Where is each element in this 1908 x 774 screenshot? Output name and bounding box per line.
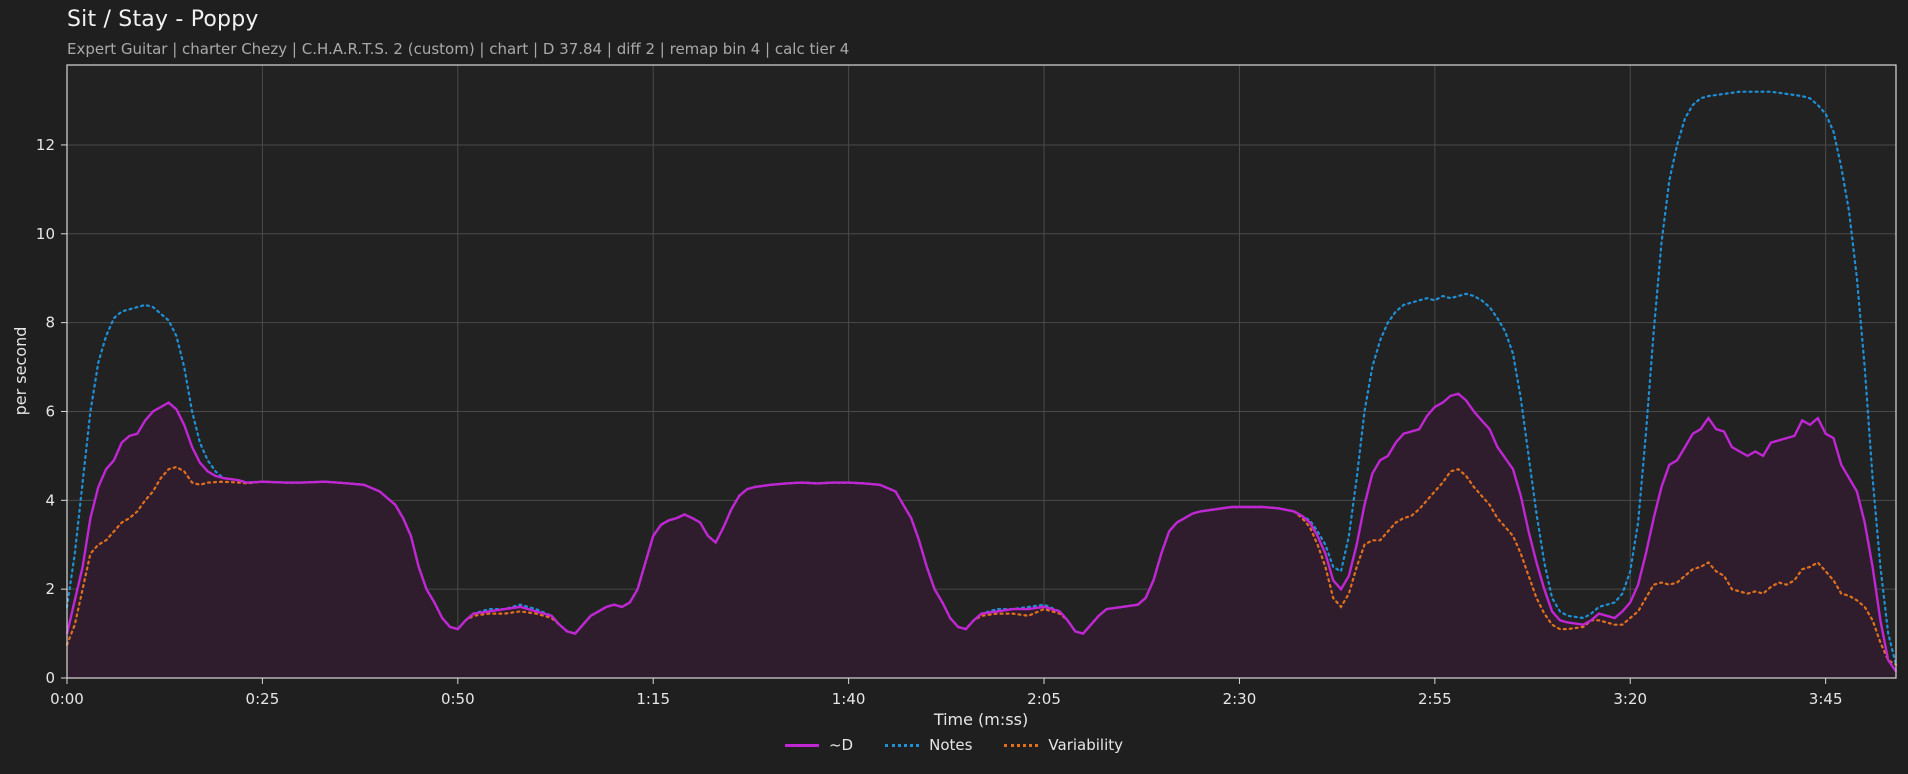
x-tick-label: 2:55: [1418, 690, 1452, 708]
x-tick-label: 0:50: [441, 690, 475, 708]
line-chart: 0:00 0:25 0:50 1:15 1:40 2:05 2:30 2:55 3:20 3:45…: [11, 64, 1898, 729]
y-tick-label: 0: [45, 669, 55, 687]
x-tick-label: 2:05: [1027, 690, 1061, 708]
y-tick-label: 10: [36, 225, 55, 243]
x-tick-label: 0:25: [246, 690, 280, 708]
x-axis-label: Time (m:ss): [933, 710, 1028, 729]
legend-label-variability: Variability: [1048, 736, 1124, 754]
legend-item-notes: Notes: [885, 736, 972, 754]
x-tick-label: 2:30: [1223, 690, 1257, 708]
x-tick-label: 0:00: [50, 690, 84, 708]
x-tick-label: 3:20: [1613, 690, 1647, 708]
x-tick-label: 1:40: [832, 690, 866, 708]
y-tick-label: 2: [45, 580, 55, 598]
y-tick-label: 4: [45, 491, 55, 509]
y-tick-label: 12: [36, 136, 55, 154]
y-tick-label: 6: [45, 402, 55, 420]
legend-label-d: ~D: [828, 736, 854, 754]
legend-swatch-variability: [1004, 743, 1039, 747]
y-axis-label: per second: [11, 327, 30, 416]
legend-swatch-d: [784, 743, 819, 747]
legend-item-d: ~D: [784, 736, 854, 754]
y-tick-label: 8: [45, 314, 55, 332]
x-tick-label: 3:45: [1809, 690, 1843, 708]
legend-item-variability: Variability: [1004, 736, 1123, 754]
legend-label-notes: Notes: [929, 736, 973, 754]
legend-swatch-notes: [885, 743, 920, 747]
x-tick-label: 1:15: [636, 690, 670, 708]
chart-legend: ~D Notes Variability: [0, 736, 1908, 754]
